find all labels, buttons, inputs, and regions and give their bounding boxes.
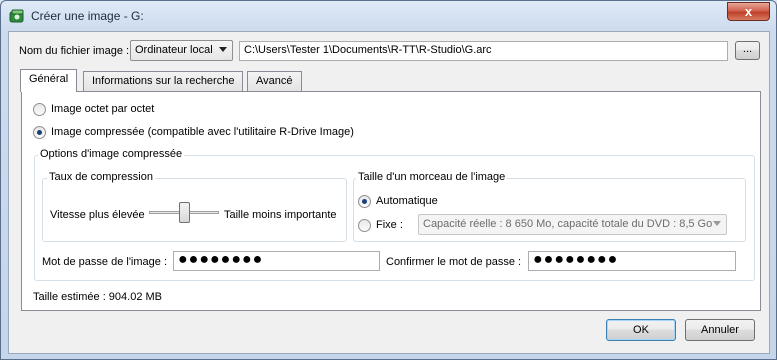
compression-slider[interactable]: [149, 202, 219, 224]
fixed-label: Fixe :: [376, 219, 403, 231]
create-image-dialog: Créer une image - G: x Nom du fichier im…: [0, 0, 777, 360]
compressed-options-title: Options d'image compressée: [38, 148, 185, 160]
tab-general-label: Général: [29, 73, 69, 85]
cancel-label: Annuler: [701, 324, 739, 336]
dialog-body: Nom du fichier image : Ordinateur local …: [8, 31, 770, 354]
fixed-size-select[interactable]: Capacité réelle : 8 650 Mo, capacité tot…: [418, 214, 727, 235]
byte-image-radio[interactable]: [33, 103, 46, 116]
compressed-image-label: Image compressée (compatible avec l'util…: [51, 126, 354, 138]
confirm-password-label: Confirmer le mot de passe :: [386, 256, 522, 268]
disk-image-icon: [9, 9, 24, 23]
chevron-down-icon: [219, 47, 227, 52]
chunk-size-title: Taille d'un morceau de l'image: [356, 171, 508, 183]
tab-search-info[interactable]: Informations sur la recherche: [83, 71, 244, 91]
estimated-size: Taille estimée : 904.02 MB: [33, 291, 163, 303]
slider-thumb[interactable]: [179, 202, 190, 223]
cancel-button[interactable]: Annuler: [685, 319, 755, 341]
image-path-value: C:\Users\Tester 1\Documents\R-TT\R-Studi…: [244, 44, 492, 56]
automatic-radio[interactable]: [358, 195, 371, 208]
tab-advanced-label: Avancé: [256, 75, 293, 87]
tab-panel-general: Image octet par octet Image compressée (…: [21, 91, 761, 311]
compressed-image-radio[interactable]: [33, 126, 46, 139]
location-select[interactable]: Ordinateur local: [130, 40, 233, 61]
password-input[interactable]: ●●●●●●●●: [173, 251, 380, 271]
close-icon: x: [744, 4, 753, 19]
fixed-size-value: Capacité réelle : 8 650 Mo, capacité tot…: [423, 218, 713, 230]
close-button[interactable]: x: [727, 2, 770, 21]
byte-image-label: Image octet par octet: [51, 103, 155, 115]
file-name-label: Nom du fichier image :: [19, 45, 130, 57]
window-title: Créer une image - G:: [31, 9, 144, 23]
slider-left-label: Vitesse plus élevée: [50, 209, 145, 221]
title-bar[interactable]: Créer une image - G: x: [1, 1, 776, 31]
automatic-label: Automatique: [376, 195, 438, 207]
location-value: Ordinateur local: [135, 44, 213, 56]
ok-label: OK: [633, 324, 649, 336]
chevron-down-icon: [713, 221, 721, 226]
ok-button[interactable]: OK: [606, 319, 676, 341]
image-path-input[interactable]: C:\Users\Tester 1\Documents\R-TT\R-Studi…: [239, 41, 728, 61]
confirm-password-input[interactable]: ●●●●●●●●: [528, 251, 736, 271]
tab-search-info-label: Informations sur la recherche: [92, 75, 235, 87]
tab-advanced[interactable]: Avancé: [247, 71, 302, 91]
browse-button[interactable]: ...: [735, 41, 760, 60]
fixed-radio[interactable]: [358, 219, 371, 232]
tab-general[interactable]: Général: [20, 69, 78, 92]
slider-right-label: Taille moins importante: [224, 209, 337, 221]
confirm-password-value: ●●●●●●●●: [533, 251, 619, 268]
compression-rate-title: Taux de compression: [47, 171, 155, 183]
password-value: ●●●●●●●●: [178, 251, 264, 268]
browse-label: ...: [742, 43, 753, 55]
password-label: Mot de passe de l'image :: [42, 256, 168, 268]
